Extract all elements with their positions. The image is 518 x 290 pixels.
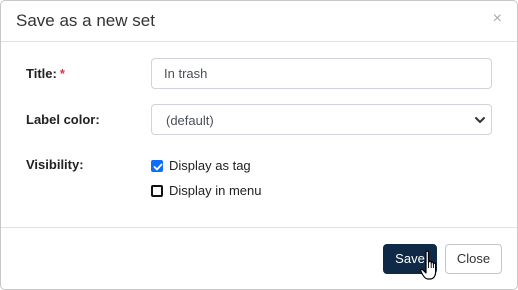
dialog-header: Save as a new set ×	[1, 1, 517, 42]
title-label-text: Title:	[26, 66, 57, 81]
visibility-label: Visibility:	[26, 157, 84, 172]
required-marker: *	[59, 66, 65, 81]
label-color-select-box[interactable]: (default)	[151, 104, 492, 135]
title-label: Title: *	[26, 66, 65, 81]
checkbox-display-in-menu[interactable]: Display in menu	[151, 183, 262, 198]
label-color-value: (default)	[166, 113, 214, 128]
chevron-down-icon	[475, 117, 485, 123]
close-button[interactable]: Close	[445, 244, 502, 274]
label-color-select[interactable]: (default)	[151, 104, 492, 135]
hand-pointer-icon	[420, 250, 437, 280]
save-set-dialog: Save as a new set × Title:* Label color:…	[0, 0, 518, 290]
close-icon[interactable]: ×	[493, 10, 502, 28]
checkmark-icon	[153, 163, 163, 170]
label-color-label: Label color:	[26, 112, 100, 127]
checkbox-unchecked[interactable]	[151, 184, 163, 197]
dialog-title: Save as a new set	[16, 11, 155, 30]
checkbox-checked[interactable]	[151, 159, 163, 172]
title-input[interactable]	[151, 58, 492, 89]
display-in-menu-label: Display in menu	[169, 183, 262, 198]
checkbox-display-as-tag[interactable]: Display as tag	[151, 158, 251, 173]
display-as-tag-label: Display as tag	[169, 158, 251, 173]
